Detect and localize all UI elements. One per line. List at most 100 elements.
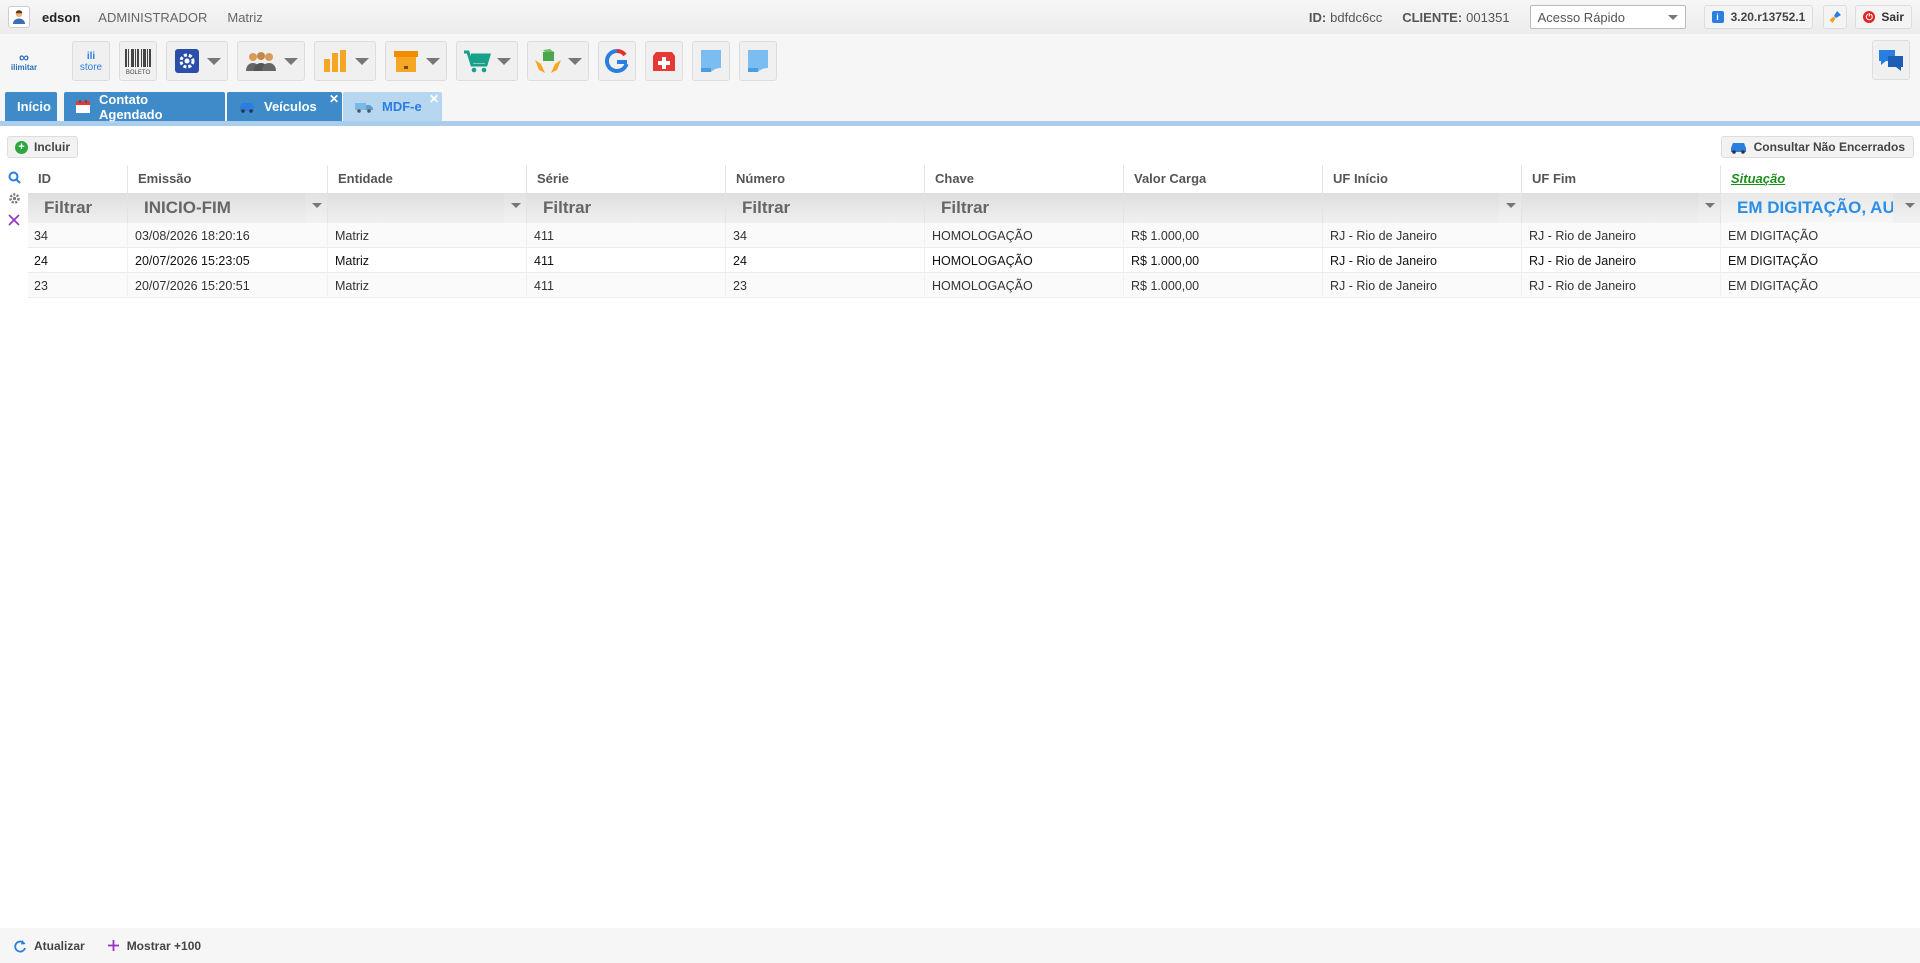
table-row[interactable]: 24 20/07/2026 15:23:05 Matriz 411 24 HOM… <box>28 248 1920 273</box>
version-button[interactable]: i 3.20.r13752.1 <box>1703 5 1814 29</box>
gear-icon[interactable] <box>8 188 21 209</box>
show-more-button[interactable]: Mostrar +100 <box>107 939 201 953</box>
reports-menu-button[interactable] <box>314 41 376 81</box>
tab-inicio[interactable]: Início <box>5 92 57 121</box>
show-more-label: Mostrar +100 <box>126 938 202 953</box>
chevron-down-icon[interactable] <box>562 41 588 81</box>
refresh-icon <box>13 939 27 953</box>
google-sync-button[interactable] <box>598 41 636 81</box>
filter-entidade-input[interactable] <box>328 193 504 223</box>
column-header-numero[interactable]: Número <box>725 165 924 193</box>
store-icon: ilistore <box>80 51 103 73</box>
filter-serie-input[interactable]: Filtrar <box>527 193 726 223</box>
exit-button[interactable]: ⏻ Sair <box>1855 5 1912 29</box>
bar-chart-icon <box>324 50 346 72</box>
note-button-1[interactable] <box>692 41 730 81</box>
filter-numero-input[interactable]: Filtrar <box>726 193 925 223</box>
table-row[interactable]: 23 20/07/2026 15:20:51 Matriz 411 23 HOM… <box>28 273 1920 298</box>
filter-uf-fim-input[interactable] <box>1522 193 1698 223</box>
chevron-down-icon <box>1667 14 1678 20</box>
chevron-down-icon[interactable] <box>201 41 227 81</box>
column-header-emissao[interactable]: Emissão <box>127 165 327 193</box>
note-button-2[interactable] <box>739 41 777 81</box>
boleto-button[interactable]: BOLETO <box>119 41 157 81</box>
chat-button[interactable] <box>1872 40 1910 80</box>
filter-valor-carga-input[interactable] <box>1124 193 1323 223</box>
truck-icon <box>355 101 373 113</box>
exit-label: Sair <box>1881 10 1904 24</box>
settings-icon <box>175 49 199 73</box>
chevron-down-icon[interactable] <box>312 203 322 208</box>
consult-label: Consultar Não Encerrados <box>1753 140 1905 154</box>
purchases-menu-button[interactable] <box>527 41 589 81</box>
tab-mdf-e[interactable]: MDF-e ✕ <box>343 92 442 121</box>
cell-id: 23 <box>34 279 48 293</box>
refresh-button[interactable]: Atualizar <box>13 939 85 953</box>
chevron-down-icon[interactable] <box>1506 203 1516 208</box>
column-header-entidade[interactable]: Entidade <box>327 165 526 193</box>
column-header-id[interactable]: ID <box>28 165 127 193</box>
chevron-down-icon[interactable] <box>420 41 446 81</box>
column-header-uf-inicio[interactable]: UF Início <box>1322 165 1521 193</box>
column-header-serie[interactable]: Série <box>526 165 725 193</box>
filter-chave-input[interactable]: Filtrar <box>925 193 1124 223</box>
column-header-uf-fim[interactable]: UF Fim <box>1521 165 1720 193</box>
chevron-down-icon[interactable] <box>278 41 304 81</box>
close-icon[interactable]: ✕ <box>329 93 339 105</box>
tab-label: Contato Agendado <box>99 91 163 122</box>
column-header-chave[interactable]: Chave <box>924 165 1123 193</box>
ilimitar-logo-icon[interactable]: ∞ ilimitar <box>6 41 42 81</box>
people-menu-button[interactable] <box>237 41 305 81</box>
brush-icon <box>1829 11 1842 23</box>
chevron-down-icon[interactable] <box>491 41 517 81</box>
include-label: Incluir <box>34 140 71 154</box>
cell-chave: HOMOLOGAÇÃO <box>924 248 1123 273</box>
filter-situacao-input[interactable]: EM DIGITAÇÃO, AU <box>1721 193 1893 223</box>
clear-cache-button[interactable] <box>1823 5 1848 29</box>
clear-filter-icon[interactable] <box>8 209 20 230</box>
chevron-down-icon[interactable] <box>1905 203 1915 208</box>
filter-emissao-input[interactable]: INICIO-FIM <box>128 193 305 223</box>
user-avatar-icon[interactable] <box>8 6 30 28</box>
stock-menu-button[interactable] <box>385 41 447 81</box>
sales-menu-button[interactable] <box>456 41 518 81</box>
filter-uf-inicio-input[interactable] <box>1323 193 1499 223</box>
chat-icon <box>1879 50 1903 71</box>
cell-serie: 411 <box>526 223 725 248</box>
filter-uf-inicio <box>1322 193 1521 223</box>
cell-entidade: Matriz <box>327 273 526 298</box>
tab-veiculos[interactable]: Veículos ✕ <box>227 92 342 121</box>
search-icon[interactable] <box>8 167 21 188</box>
settings-menu-button[interactable] <box>166 41 228 81</box>
filter-serie: Filtrar <box>526 193 726 223</box>
svg-text:store: store <box>80 62 103 73</box>
medical-button[interactable] <box>645 41 683 81</box>
filter-id-input[interactable]: Filtrar <box>28 193 127 223</box>
grid-header-row: ID Emissão Entidade Série Número Chave V… <box>28 165 1920 193</box>
medical-kit-icon <box>653 52 675 71</box>
chevron-down-icon[interactable] <box>511 203 521 208</box>
tab-contato-agendado[interactable]: Contato Agendado <box>64 91 225 122</box>
cell-numero: 34 <box>725 223 924 248</box>
close-icon[interactable]: ✕ <box>429 93 439 105</box>
quick-access-label: Acesso Rápido <box>1537 9 1626 25</box>
quick-access-select[interactable]: Acesso Rápido <box>1529 5 1686 29</box>
bottom-bar: Atualizar Mostrar +100 <box>0 928 1920 963</box>
cell-emissao: 03/08/2026 18:20:16 <box>127 223 327 248</box>
refresh-g-icon <box>604 48 629 73</box>
cell-entidade: Matriz <box>327 248 526 273</box>
calendar-icon <box>76 100 90 113</box>
cell-valor-carga: R$ 1.000,00 <box>1123 273 1322 298</box>
column-header-valor-carga[interactable]: Valor Carga <box>1123 165 1322 193</box>
chevron-down-icon[interactable] <box>349 41 375 81</box>
include-button[interactable]: + Incluir <box>7 136 79 158</box>
consult-open-button[interactable]: Consultar Não Encerrados <box>1720 136 1914 158</box>
power-icon: ⏻ <box>1863 11 1876 23</box>
filter-emissao: INICIO-FIM <box>127 193 327 223</box>
id-label: ID: <box>1308 9 1327 25</box>
column-header-situacao[interactable]: Situação <box>1720 165 1920 193</box>
table-row[interactable]: 34 03/08/2026 18:20:16 Matriz 411 34 HOM… <box>28 223 1920 248</box>
note-icon <box>748 50 768 72</box>
store-button[interactable]: ili store <box>72 41 110 81</box>
chevron-down-icon[interactable] <box>1705 203 1715 208</box>
